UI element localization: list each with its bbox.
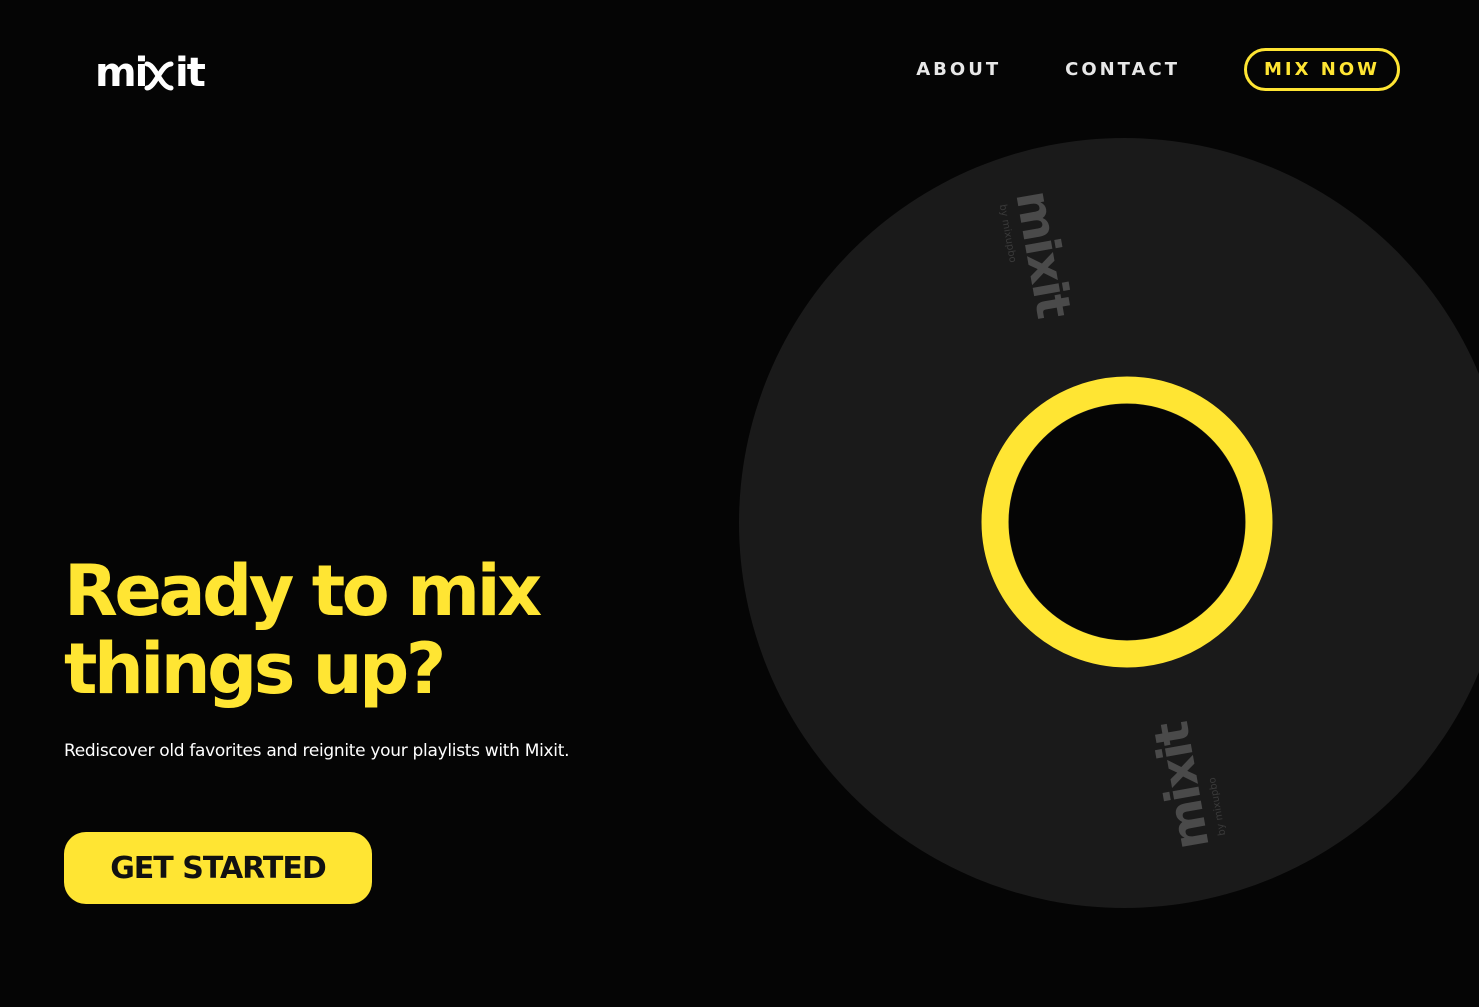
landing-page: mi it mixit ABOUT CONTACT MIX NOW mixit … bbox=[0, 0, 1479, 1007]
svg-text:mi: mi bbox=[95, 50, 146, 92]
logo-text: mixit bbox=[95, 48, 98, 49]
vinyl-disc-graphic: mixit by mixupbo mixit by mixupbo bbox=[739, 138, 1479, 908]
mixit-logo[interactable]: mi it mixit bbox=[95, 48, 225, 92]
nav-about-link[interactable]: ABOUT bbox=[916, 59, 1001, 80]
disc-center-hole bbox=[1009, 404, 1245, 640]
svg-text:it: it bbox=[175, 50, 206, 92]
mix-now-button[interactable]: MIX NOW bbox=[1244, 48, 1400, 91]
hero-headline: Ready to mix things up? bbox=[64, 550, 542, 710]
main-nav: ABOUT CONTACT MIX NOW bbox=[916, 48, 1400, 91]
hero-subtext: Rediscover old favorites and reignite yo… bbox=[64, 741, 570, 761]
nav-contact-link[interactable]: CONTACT bbox=[1065, 59, 1180, 80]
hero-headline-line1: Ready to mix bbox=[64, 550, 542, 632]
hero-headline-line2: things up? bbox=[64, 628, 446, 710]
get-started-button[interactable]: GET STARTED bbox=[64, 832, 372, 904]
